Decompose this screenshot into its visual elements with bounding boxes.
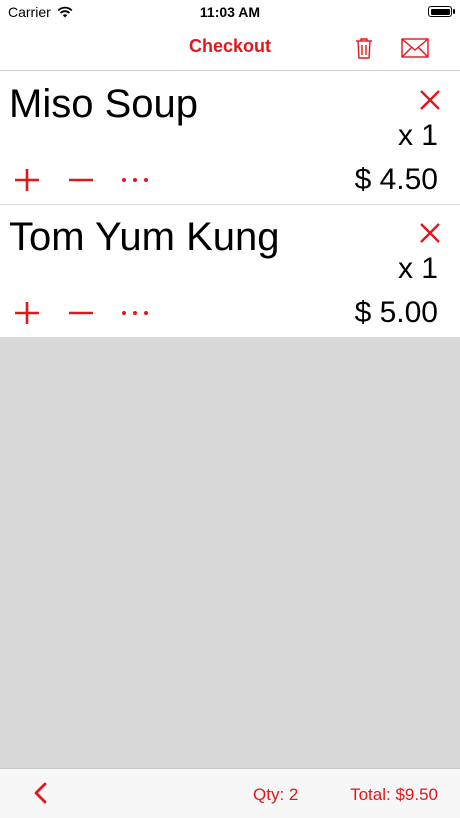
- plus-icon: [15, 169, 39, 191]
- page-title: Checkout: [188, 36, 271, 56]
- item-name: Miso Soup: [9, 82, 198, 126]
- close-icon: [420, 223, 440, 243]
- increment-button[interactable]: [12, 301, 42, 325]
- back-button[interactable]: [30, 781, 52, 805]
- cart-total: Total: $9.50: [350, 785, 438, 804]
- item-actions: [12, 168, 174, 192]
- close-icon: [420, 90, 440, 110]
- item-actions: [12, 301, 174, 325]
- more-options-button[interactable]: [120, 301, 150, 325]
- battery-icon: [428, 6, 455, 17]
- status-time: 11:03 AM: [199, 4, 261, 20]
- more-icon: [122, 311, 148, 315]
- minus-icon: [69, 311, 93, 315]
- chevron-left-icon: [34, 782, 47, 804]
- item-quantity: x 1: [397, 252, 438, 285]
- item-price: $ 4.50: [354, 163, 438, 196]
- cart-quantity: Qty: 2: [253, 785, 299, 804]
- cart-item: Miso Soup x 1 $ 4.50: [0, 72, 460, 205]
- item-price: $ 5.00: [354, 296, 438, 329]
- remove-item-button[interactable]: [418, 88, 442, 112]
- trash-icon: [356, 38, 372, 59]
- trash-button[interactable]: [350, 34, 378, 62]
- navigation-bar: Checkout: [0, 26, 460, 71]
- more-icon: [122, 178, 148, 182]
- empty-list-area: [0, 338, 460, 768]
- decrement-button[interactable]: [66, 168, 96, 192]
- minus-icon: [69, 178, 93, 182]
- increment-button[interactable]: [12, 168, 42, 192]
- email-button[interactable]: [400, 34, 430, 62]
- plus-icon: [15, 302, 39, 324]
- status-bar: Carrier 11:03 AM: [0, 0, 460, 26]
- item-name: Tom Yum Kung: [9, 215, 280, 259]
- cart-item: Tom Yum Kung x 1 $ 5.00: [0, 205, 460, 338]
- bottom-toolbar: Qty: 2 Total: $9.50: [0, 768, 460, 818]
- mail-icon: [401, 38, 429, 58]
- more-options-button[interactable]: [120, 168, 150, 192]
- remove-item-button[interactable]: [418, 221, 442, 245]
- decrement-button[interactable]: [66, 301, 96, 325]
- item-quantity: x 1: [397, 119, 438, 152]
